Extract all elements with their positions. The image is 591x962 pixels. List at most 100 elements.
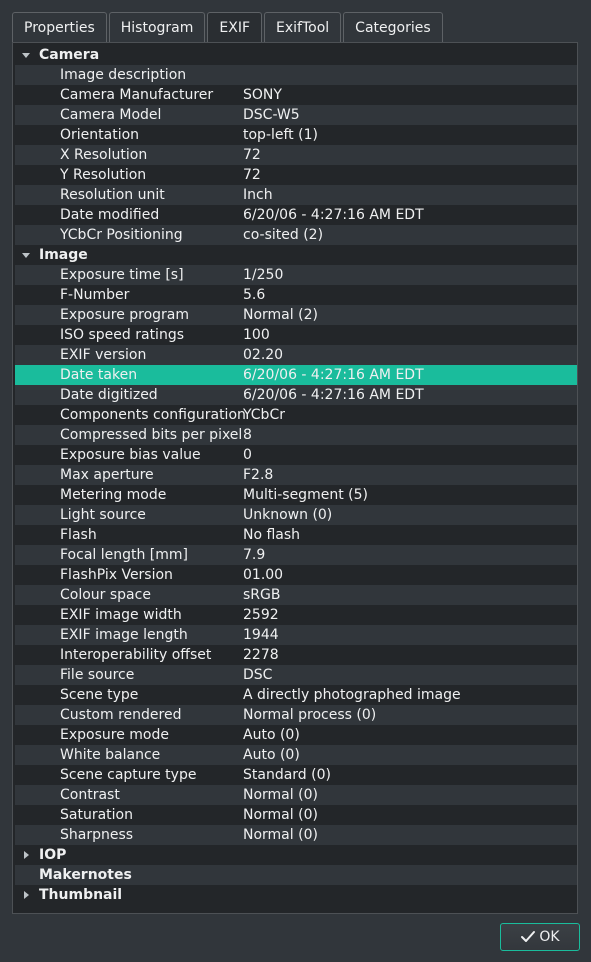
tree-row-value: F2.8 bbox=[243, 467, 274, 483]
ok-check-icon bbox=[520, 930, 536, 944]
tree-group-camera[interactable]: Camera bbox=[15, 45, 577, 65]
tree-row-key: Exposure time [s] bbox=[60, 267, 184, 283]
tree-row[interactable]: Orientation top-left (1) bbox=[15, 125, 577, 145]
tree-group-makernotes[interactable]: Makernotes bbox=[15, 865, 577, 885]
expand-arrow-down-icon[interactable] bbox=[19, 45, 33, 65]
tree-row[interactable]: Exposure program Normal (2) bbox=[15, 305, 577, 325]
tree-row-key: ISO speed ratings bbox=[60, 327, 184, 343]
tree-row-key: Exposure bias value bbox=[60, 447, 201, 463]
tree-row-key: Scene type bbox=[60, 687, 139, 703]
tree-row-value: DSC-W5 bbox=[243, 107, 300, 123]
tree-row-key: Max aperture bbox=[60, 467, 154, 483]
tree-row-value: SONY bbox=[243, 87, 282, 103]
tree-row[interactable]: Exposure mode Auto (0) bbox=[15, 725, 577, 745]
tree-row-value: 72 bbox=[243, 167, 261, 183]
tree-row-key: Colour space bbox=[60, 587, 151, 603]
tree-row[interactable]: Date modified 6/20/06 - 4:27:16 AM EDT bbox=[15, 205, 577, 225]
tree-row-key: FlashPix Version bbox=[60, 567, 173, 583]
tree-row[interactable]: YCbCr Positioning co-sited (2) bbox=[15, 225, 577, 245]
tree-row-value: No flash bbox=[243, 527, 301, 543]
tree-row-value: 5.6 bbox=[243, 287, 266, 303]
tree-row[interactable]: Interoperability offset 2278 bbox=[15, 645, 577, 665]
tree-row[interactable]: Contrast Normal (0) bbox=[15, 785, 577, 805]
tree-row[interactable]: White balance Auto (0) bbox=[15, 745, 577, 765]
tree-row[interactable]: FlashPix Version 01.00 bbox=[15, 565, 577, 585]
tree-row-key: Camera Model bbox=[60, 107, 162, 123]
tree-row-key: Orientation bbox=[60, 127, 140, 143]
tree-row[interactable]: Date taken 6/20/06 - 4:27:16 AM EDT bbox=[15, 365, 577, 385]
tree-row-value: Inch bbox=[243, 187, 273, 203]
tree-row[interactable]: Resolution unit Inch bbox=[15, 185, 577, 205]
tree-row-value: 1/250 bbox=[243, 267, 284, 283]
tree-row-value: Normal process (0) bbox=[243, 707, 377, 723]
tree-row-value: 2592 bbox=[243, 607, 279, 623]
tree-row-value: 1944 bbox=[243, 627, 279, 643]
tree-row-value: 6/20/06 - 4:27:16 AM EDT bbox=[243, 387, 424, 403]
tree-row[interactable]: Focal length [mm] 7.9 bbox=[15, 545, 577, 565]
tree-row-value: Multi-segment (5) bbox=[243, 487, 368, 503]
ok-button[interactable]: OK bbox=[500, 923, 580, 951]
tree-row-value: Auto (0) bbox=[243, 727, 300, 743]
tab-histogram[interactable]: Histogram bbox=[108, 12, 206, 42]
tree-row[interactable]: Light source Unknown (0) bbox=[15, 505, 577, 525]
tree-row-value: Standard (0) bbox=[243, 767, 331, 783]
tree-row[interactable]: Camera Model DSC-W5 bbox=[15, 105, 577, 125]
tree-row-value: 100 bbox=[243, 327, 270, 343]
tree-row[interactable]: Camera Manufacturer SONY bbox=[15, 85, 577, 105]
tree-row[interactable]: EXIF version 02.20 bbox=[15, 345, 577, 365]
tree-row[interactable]: Exposure time [s] 1/250 bbox=[15, 265, 577, 285]
tree-row-key: Focal length [mm] bbox=[60, 547, 189, 563]
tab-exiftool[interactable]: ExifTool bbox=[264, 12, 342, 42]
tree-row-key: Image description bbox=[60, 67, 187, 83]
tree-row-value: Normal (0) bbox=[243, 807, 318, 823]
tree-row[interactable]: Flash No flash bbox=[15, 525, 577, 545]
tree-row[interactable]: Y Resolution 72 bbox=[15, 165, 577, 185]
tree-row[interactable]: Scene capture type Standard (0) bbox=[15, 765, 577, 785]
tree-group-image[interactable]: Image bbox=[15, 245, 577, 265]
tree-row[interactable]: X Resolution 72 bbox=[15, 145, 577, 165]
tree-row[interactable]: Scene type A directly photographed image bbox=[15, 685, 577, 705]
tree-row-value: 7.9 bbox=[243, 547, 266, 563]
tab-categories[interactable]: Categories bbox=[343, 12, 443, 42]
tree-row[interactable]: Date digitized 6/20/06 - 4:27:16 AM EDT bbox=[15, 385, 577, 405]
tree-row-value: DSC bbox=[243, 667, 273, 683]
tree-row[interactable]: EXIF image length 1944 bbox=[15, 625, 577, 645]
tree-row-value: 2278 bbox=[243, 647, 279, 663]
tree-row-value: A directly photographed image bbox=[243, 687, 461, 703]
tree-row-value: 01.00 bbox=[243, 567, 284, 583]
tree-row[interactable]: Image description bbox=[15, 65, 577, 85]
tree-row[interactable]: Components configuration YCbCr bbox=[15, 405, 577, 425]
tree-row-value: Normal (0) bbox=[243, 827, 318, 843]
tree-row[interactable]: Metering mode Multi-segment (5) bbox=[15, 485, 577, 505]
tree-row[interactable]: Saturation Normal (0) bbox=[15, 805, 577, 825]
tree-group-label: IOP bbox=[39, 847, 67, 863]
tree-row[interactable]: Custom rendered Normal process (0) bbox=[15, 705, 577, 725]
tree-group-label: Camera bbox=[39, 47, 100, 63]
tree-row[interactable]: Colour space sRGB bbox=[15, 585, 577, 605]
tree-row-key: Saturation bbox=[60, 807, 133, 823]
tree-row[interactable]: Exposure bias value 0 bbox=[15, 445, 577, 465]
tree-row[interactable]: File source DSC bbox=[15, 665, 577, 685]
tree-row-key: Interoperability offset bbox=[60, 647, 212, 663]
tree-row-key: Metering mode bbox=[60, 487, 167, 503]
expand-arrow-down-icon[interactable] bbox=[19, 245, 33, 265]
tree-row[interactable]: EXIF image width 2592 bbox=[15, 605, 577, 625]
tree-group-label: Makernotes bbox=[39, 867, 132, 883]
tree-row-value: Normal (2) bbox=[243, 307, 318, 323]
tree-row-key: EXIF image width bbox=[60, 607, 182, 623]
tree-row[interactable]: Max aperture F2.8 bbox=[15, 465, 577, 485]
tree-row[interactable]: Compressed bits per pixel 8 bbox=[15, 425, 577, 445]
tree-row[interactable]: Sharpness Normal (0) bbox=[15, 825, 577, 845]
tree-row-value: 02.20 bbox=[243, 347, 284, 363]
tree-row-key: Camera Manufacturer bbox=[60, 87, 214, 103]
tree-group-thumbnail[interactable]: Thumbnail bbox=[15, 885, 577, 905]
tree-row[interactable]: F-Number 5.6 bbox=[15, 285, 577, 305]
tree-row-key: White balance bbox=[60, 747, 161, 763]
exif-tree-view[interactable]: Camera Image description Camera Manufactur… bbox=[12, 42, 578, 914]
expand-arrow-right-icon[interactable] bbox=[19, 885, 33, 905]
tab-exif[interactable]: EXIF bbox=[207, 12, 263, 43]
tree-group-iop[interactable]: IOP bbox=[15, 845, 577, 865]
expand-arrow-right-icon[interactable] bbox=[19, 845, 33, 865]
tab-properties[interactable]: Properties bbox=[12, 12, 107, 42]
tree-row[interactable]: ISO speed ratings 100 bbox=[15, 325, 577, 345]
